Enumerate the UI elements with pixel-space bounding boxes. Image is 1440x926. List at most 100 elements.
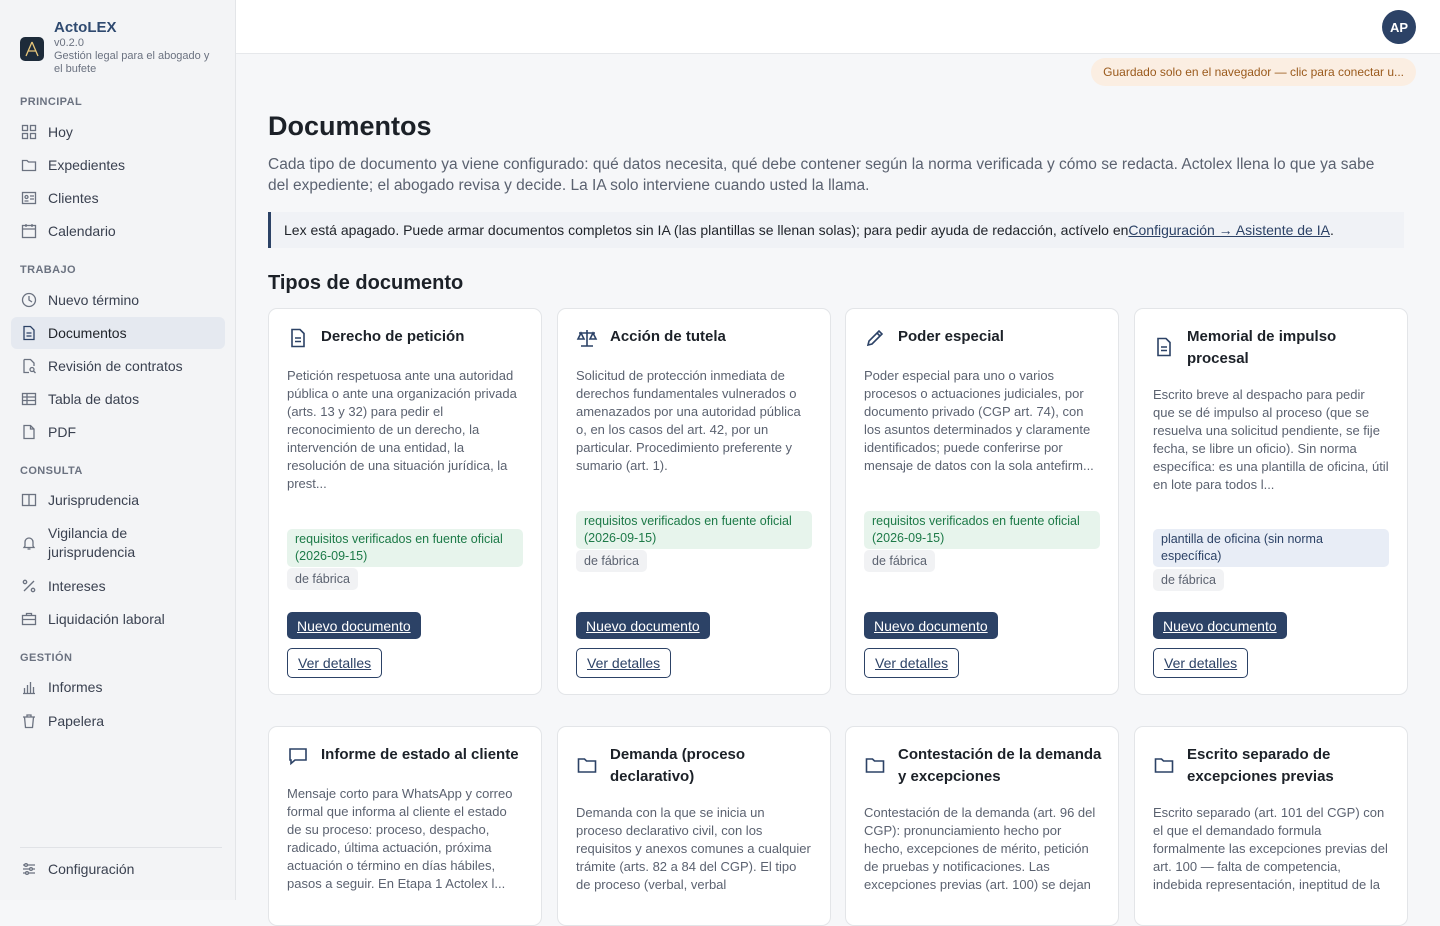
- card-description: Escrito separado (art. 101 del CGP) con …: [1153, 805, 1388, 892]
- sidebar-item-revision[interactable]: Revisión de contratos: [11, 350, 225, 382]
- template-badge: plantilla de oficina (sin norma específi…: [1153, 529, 1389, 567]
- view-details-button[interactable]: Ver detalles: [1153, 648, 1249, 678]
- document-search-icon: [23, 358, 36, 374]
- card-description: Poder especial para uno o varios proceso…: [864, 368, 1094, 473]
- section-principal: PRINCIPAL: [20, 96, 83, 108]
- top-bar: AP: [236, 0, 1440, 54]
- sidebar: ActoLEX v0.2.0 Gestión legal para el abo…: [0, 0, 236, 900]
- card-title: Poder especial: [898, 328, 1004, 345]
- sidebar-item-pdf[interactable]: PDF: [11, 416, 225, 448]
- sidebar-item-label: PDF: [48, 424, 76, 440]
- ai-off-notice: Lex está apagado. Puede armar documentos…: [268, 212, 1404, 248]
- sidebar-item-label: Papelera: [48, 713, 105, 729]
- origin-tag: de fábrica: [576, 550, 647, 572]
- origin-tag: de fábrica: [1153, 569, 1224, 591]
- section-title: Tipos de documento: [268, 272, 464, 294]
- sidebar-item-label: Liquidación laboral: [48, 611, 165, 627]
- clock-icon: [21, 292, 37, 308]
- ai-settings-link[interactable]: Configuración → Asistente de IA: [1128, 222, 1330, 238]
- folder-icon: [577, 758, 597, 773]
- sidebar-item-label: Revisión de contratos: [48, 358, 183, 374]
- sidebar-item-nuevo-termino[interactable]: Nuevo término: [11, 284, 225, 316]
- sidebar-item-vigilancia[interactable]: Vigilancia de jurisprudencia: [11, 522, 225, 564]
- document-icon: [291, 328, 305, 348]
- sidebar-item-calendario[interactable]: Calendario: [11, 215, 225, 247]
- card-description: Mensaje corto para WhatsApp y correo for…: [287, 786, 513, 891]
- new-document-button[interactable]: Nuevo documento: [1153, 612, 1287, 639]
- card-title: Contestación de la demanda y excepciones: [898, 746, 1102, 785]
- page-title: Documentos: [268, 111, 432, 141]
- book-icon: [21, 493, 37, 507]
- new-document-button[interactable]: Nuevo documento: [576, 612, 710, 639]
- sidebar-item-clientes[interactable]: Clientes: [11, 182, 225, 214]
- avatar[interactable]: AP: [1382, 10, 1416, 44]
- chat-icon: [289, 748, 307, 766]
- card-title: Memorial de impulso procesal: [1187, 328, 1337, 367]
- sidebar-item-configuracion[interactable]: Configuración: [11, 853, 225, 885]
- pen-icon: [866, 329, 884, 347]
- origin-tag: de fábrica: [864, 550, 935, 572]
- view-details-button[interactable]: Ver detalles: [287, 648, 383, 678]
- folder-icon: [1154, 758, 1174, 773]
- sidebar-item-informes[interactable]: Informes: [11, 671, 225, 703]
- notice-end: .: [1329, 222, 1334, 238]
- sidebar-item-hoy[interactable]: Hoy: [11, 116, 225, 148]
- sliders-icon: [23, 862, 35, 876]
- new-document-button[interactable]: Nuevo documento: [864, 612, 998, 639]
- briefcase-icon: [21, 612, 37, 626]
- card-description: Petición respetuosa ante una autoridad p…: [287, 368, 517, 491]
- grid-icon: [21, 124, 37, 140]
- sidebar-item-expedientes[interactable]: Expedientes: [11, 149, 225, 181]
- sidebar-item-label: Calendario: [48, 223, 116, 239]
- card-description: Demanda con la que se inicia un proceso …: [576, 805, 811, 892]
- calendar-icon: [21, 224, 37, 239]
- card-title: Acción de tutela: [610, 328, 726, 345]
- page-intro: Cada tipo de documento ya viene configur…: [268, 156, 1375, 194]
- card-title: Escrito separado de excepciones previas: [1187, 746, 1334, 785]
- save-status-pill[interactable]: Guardado solo en el navegador — clic par…: [1091, 58, 1416, 86]
- bell-icon: [22, 537, 36, 550]
- doc-type-card: Acción de tutela Solicitud de protección…: [557, 308, 831, 695]
- doc-type-card: Derecho de petición Petición respetuosa …: [268, 308, 542, 695]
- sidebar-divider: [20, 847, 222, 848]
- folder-icon: [865, 758, 885, 773]
- sidebar-item-documentos[interactable]: Documentos: [11, 317, 225, 349]
- doc-type-card: Demanda (proceso declarativo) Demanda co…: [557, 726, 831, 926]
- doc-type-card: Informe de estado al cliente Mensaje cor…: [268, 726, 542, 926]
- card-description: Escrito breve al despacho para pedir que…: [1153, 387, 1389, 492]
- sidebar-item-label: Tabla de datos: [48, 391, 140, 407]
- section-consulta: CONSULTA: [20, 465, 83, 477]
- view-details-button[interactable]: Ver detalles: [864, 648, 960, 678]
- sidebar-item-label: Clientes: [48, 190, 99, 206]
- card-description: Contestación de la demanda (art. 96 del …: [864, 805, 1096, 892]
- document-icon: [1157, 337, 1171, 357]
- app-version: v0.2.0: [54, 37, 84, 49]
- sidebar-item-label: Vigilancia de jurisprudencia: [48, 525, 136, 560]
- sidebar-item-label: Jurisprudencia: [48, 492, 140, 508]
- card-title: Informe de estado al cliente: [321, 746, 519, 763]
- sidebar-item-label: Nuevo término: [48, 292, 140, 308]
- pdf-file-icon: [23, 424, 35, 440]
- sidebar-item-label: Hoy: [48, 124, 73, 140]
- doc-type-card: Poder especial Poder especial para uno o…: [845, 308, 1119, 695]
- percent-icon: [22, 579, 36, 593]
- verified-badge: requisitos verificados en fuente oficial…: [864, 511, 1100, 549]
- app-logo-icon: [20, 37, 44, 61]
- sidebar-item-papelera[interactable]: Papelera: [11, 705, 225, 737]
- sidebar-item-tabla[interactable]: Tabla de datos: [11, 383, 225, 415]
- sidebar-item-label: Documentos: [48, 325, 127, 341]
- app-tagline: Gestión legal para el abogado y el bufet…: [54, 50, 210, 75]
- bar-chart-icon: [23, 682, 35, 695]
- doc-type-card: Contestación de la demanda y excepciones…: [845, 726, 1119, 926]
- new-document-button[interactable]: Nuevo documento: [287, 612, 421, 639]
- sidebar-item-intereses[interactable]: Intereses: [11, 570, 225, 602]
- brand[interactable]: ActoLEX v0.2.0 Gestión legal para el abo…: [20, 19, 219, 76]
- sidebar-item-liquidacion[interactable]: Liquidación laboral: [11, 603, 225, 635]
- card-title: Demanda (proceso declarativo): [610, 746, 746, 785]
- sidebar-item-label: Intereses: [48, 578, 106, 594]
- verified-badge: requisitos verificados en fuente oficial…: [576, 511, 812, 549]
- sidebar-item-jurisprudencia[interactable]: Jurisprudencia: [11, 484, 225, 516]
- view-details-button[interactable]: Ver detalles: [576, 648, 672, 678]
- card-description: Solicitud de protección inmediata de der…: [576, 368, 801, 473]
- document-icon: [23, 325, 35, 341]
